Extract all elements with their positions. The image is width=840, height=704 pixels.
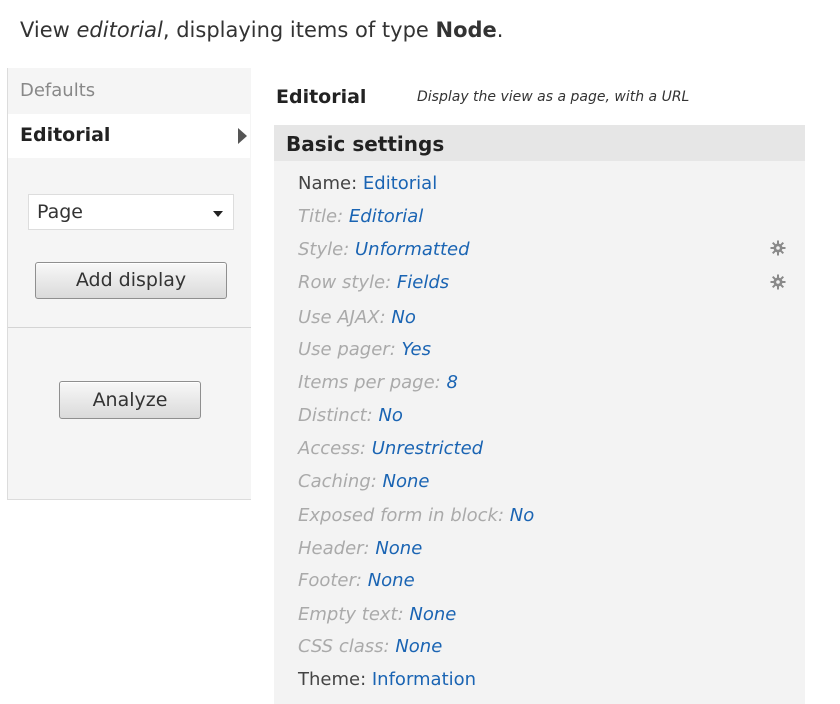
setting-label: Footer:	[298, 570, 368, 591]
setting-value-link[interactable]: Unrestricted	[372, 438, 483, 459]
setting-row-css-class: CSS class: None	[298, 636, 442, 657]
setting-label: Access:	[298, 438, 372, 459]
setting-row-empty-text: Empty text: None	[298, 604, 456, 625]
setting-label: Name:	[298, 173, 363, 194]
setting-value-link[interactable]: None	[395, 636, 442, 657]
setting-row-row-style: Row style: Fields	[298, 272, 449, 293]
display-title: Editorial	[276, 86, 367, 108]
display-type-select[interactable]: Page	[28, 194, 234, 230]
basic-settings-heading: Basic settings	[286, 132, 445, 156]
setting-value-link[interactable]: None	[368, 570, 415, 591]
setting-row-distinct: Distinct: No	[298, 405, 403, 426]
setting-label: Row style:	[298, 272, 397, 293]
setting-label: Exposed form in block:	[298, 505, 510, 526]
setting-value-link[interactable]: Yes	[402, 339, 431, 360]
setting-row-theme: Theme: Information	[298, 669, 476, 690]
setting-value-link[interactable]: No	[391, 307, 415, 328]
setting-value-link[interactable]: No	[510, 505, 534, 526]
setting-row-access: Access: Unrestricted	[298, 438, 483, 459]
setting-label: Caching:	[298, 471, 383, 492]
gear-icon[interactable]	[770, 240, 786, 256]
setting-value-link[interactable]: None	[409, 604, 456, 625]
setting-row-style: Style: Unformatted	[298, 239, 470, 260]
basic-settings-panel: Basic settings Name: Editorial Title: Ed…	[274, 125, 805, 704]
setting-row-use-ajax: Use AJAX: No	[298, 307, 416, 328]
setting-value-link[interactable]: Editorial	[349, 206, 423, 227]
setting-label: Items per page:	[298, 372, 447, 393]
setting-label: Empty text:	[298, 604, 410, 625]
setting-label: CSS class:	[298, 636, 396, 657]
setting-row-items-per-page: Items per page: 8	[298, 372, 458, 393]
setting-row-use-pager: Use pager: Yes	[298, 339, 431, 360]
setting-label: Theme:	[298, 669, 372, 690]
setting-row-header: Header: None	[298, 538, 422, 559]
setting-label: Distinct:	[298, 405, 379, 426]
add-display-button[interactable]: Add display	[35, 262, 227, 299]
setting-row-name: Name: Editorial	[298, 173, 437, 194]
display-tabs: Defaults Editorial Page Add display Anal…	[7, 68, 251, 500]
analyze-button[interactable]: Analyze	[59, 381, 201, 419]
basic-settings-header: Basic settings	[274, 125, 805, 161]
setting-label: Title:	[298, 206, 349, 227]
setting-label: Use AJAX:	[298, 307, 392, 328]
display-type-value: Page	[37, 201, 83, 223]
gear-icon[interactable]	[770, 274, 786, 290]
page-header: View editorial, displaying items of type…	[20, 18, 503, 42]
setting-value-link[interactable]: Editorial	[363, 173, 437, 194]
tab-defaults[interactable]: Defaults	[20, 80, 95, 101]
divider	[8, 327, 251, 328]
setting-value-link[interactable]: None	[375, 538, 422, 559]
setting-value-link[interactable]: Unformatted	[355, 239, 470, 260]
arrow-right-icon	[238, 128, 247, 144]
setting-row-caching: Caching: None	[298, 471, 430, 492]
setting-label: Style:	[298, 239, 355, 260]
setting-row-exposed-form: Exposed form in block: No	[298, 505, 534, 526]
setting-label: Header:	[298, 538, 376, 559]
tab-editorial-label: Editorial	[20, 124, 111, 146]
setting-value-link[interactable]: None	[383, 471, 430, 492]
setting-value-link[interactable]: Fields	[397, 272, 449, 293]
setting-value-link[interactable]: 8	[446, 372, 457, 393]
tab-editorial[interactable]: Editorial	[8, 114, 250, 158]
display-description: Display the view as a page, with a URL	[417, 89, 690, 105]
chevron-down-icon	[213, 211, 223, 217]
setting-value-link[interactable]: Information	[372, 669, 476, 690]
header-type: Node	[435, 18, 497, 42]
header-middle: , displaying items of type	[162, 18, 436, 42]
header-view-name: editorial	[76, 18, 163, 42]
setting-value-link[interactable]: No	[378, 405, 402, 426]
setting-row-footer: Footer: None	[298, 570, 415, 591]
header-suffix: .	[496, 18, 504, 42]
setting-label: Use pager:	[298, 339, 402, 360]
header-prefix: View	[20, 18, 77, 42]
setting-row-title: Title: Editorial	[298, 206, 423, 227]
